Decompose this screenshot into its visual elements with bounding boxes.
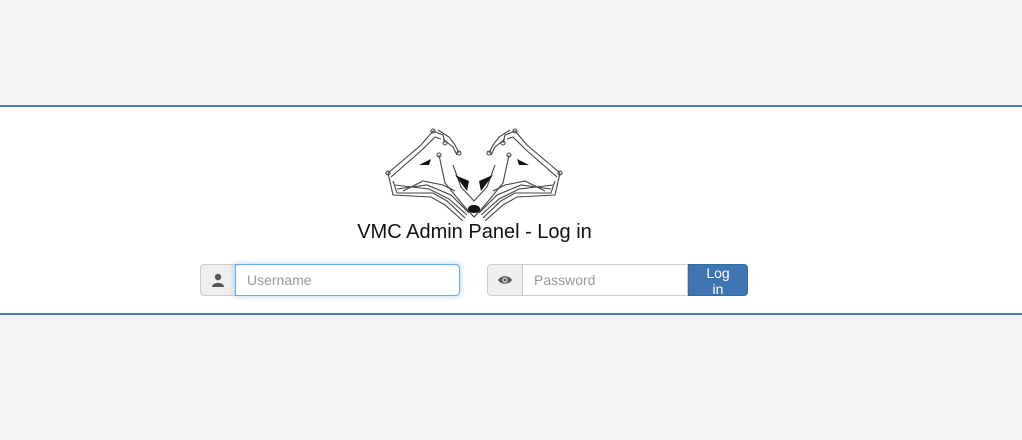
- eye-icon: [487, 264, 522, 296]
- page-title: VMC Admin Panel - Log in: [357, 221, 592, 243]
- password-group: Log in: [487, 264, 748, 297]
- password-input[interactable]: [522, 264, 688, 296]
- wolf-circuit-logo: [385, 128, 563, 221]
- username-input[interactable]: [235, 264, 460, 296]
- username-group: [200, 264, 460, 296]
- login-button[interactable]: Log in: [688, 264, 748, 297]
- login-panel: VMC Admin Panel - Log in Log in: [0, 105, 1022, 315]
- user-icon: [200, 264, 235, 296]
